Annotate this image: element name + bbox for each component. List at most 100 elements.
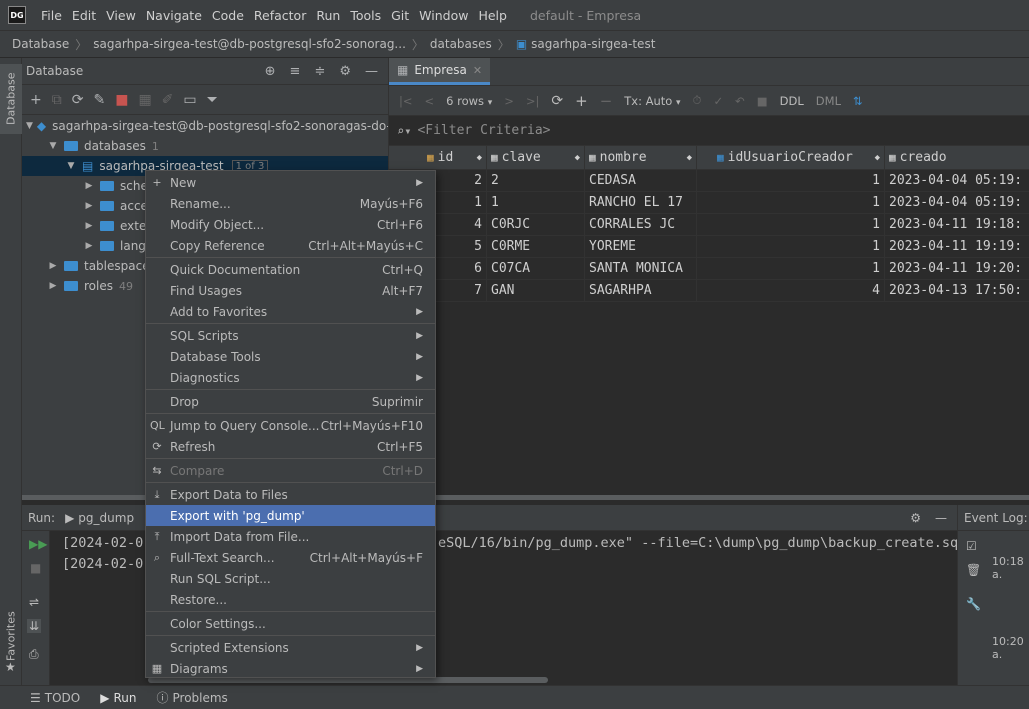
menu-git[interactable]: Git — [386, 8, 414, 23]
context-menu-item[interactable]: Database Tools ▶ — [146, 346, 435, 367]
tx-mode-select[interactable]: Tx: Auto ▾ — [624, 94, 680, 108]
edit-icon[interactable]: ✐ — [162, 92, 174, 108]
menu-window[interactable]: Window — [414, 8, 473, 23]
breadcrumb-item[interactable]: Database — [12, 37, 69, 51]
context-menu-item[interactable]: ⟳ Refresh Ctrl+F5 — [146, 436, 435, 457]
minimize-icon[interactable]: — — [365, 64, 378, 79]
table-cell[interactable]: 1 — [697, 192, 885, 213]
context-menu-item[interactable]: Color Settings... — [146, 613, 435, 634]
context-menu-item[interactable]: + New ▶ — [146, 172, 435, 193]
table-cell[interactable]: 1 — [697, 214, 885, 235]
table-row[interactable]: 7 GAN SAGARHPA 4 2023-04-13 17:50: — [389, 280, 1029, 302]
table-row[interactable]: 1 1 RANCHO EL 17 1 2023-04-04 05:19: — [389, 192, 1029, 214]
add-icon[interactable]: + — [30, 92, 42, 108]
table-row[interactable]: 4 C0RJC CORRALES JC 1 2023-04-11 19:18: — [389, 214, 1029, 236]
rows-select[interactable]: 6 rows ▾ — [446, 94, 492, 108]
table-cell[interactable]: RANCHO EL 17 — [585, 192, 697, 213]
history-icon[interactable]: ⏱ — [693, 93, 702, 108]
table-cell[interactable]: 2023-04-04 05:19: — [885, 170, 1029, 191]
ddl-button[interactable]: DDL — [780, 94, 804, 108]
context-menu-item[interactable]: Drop Suprimir — [146, 391, 435, 412]
table-cell[interactable]: 1 — [487, 192, 585, 213]
dml-button[interactable]: DML — [816, 94, 841, 108]
context-menu-item[interactable]: ⤓ Export Data to Files — [146, 484, 435, 505]
table-cell[interactable]: 4 — [697, 280, 885, 301]
collapse-icon[interactable]: ≡ — [290, 64, 301, 79]
table-cell[interactable]: SANTA MONICA — [585, 258, 697, 279]
menu-refactor[interactable]: Refactor — [249, 8, 311, 23]
filter-icon[interactable]: ⏷ — [207, 92, 218, 108]
context-menu-item[interactable]: ▦ Diagrams ▶ — [146, 658, 435, 679]
context-menu-item[interactable]: Modify Object... Ctrl+F6 — [146, 214, 435, 235]
table-cell[interactable]: 1 — [697, 258, 885, 279]
table-cell[interactable]: 1 — [697, 170, 885, 191]
table-cell[interactable]: CEDASA — [585, 170, 697, 191]
column-header-clave[interactable]: ▦ clave ◆ — [487, 146, 585, 169]
expand-icon[interactable]: ≑ — [314, 64, 325, 79]
table-cell[interactable]: 2023-04-13 17:50: — [885, 280, 1029, 301]
context-menu-item[interactable]: Restore... — [146, 589, 435, 610]
close-icon[interactable]: ✕ — [473, 64, 482, 77]
stop-icon[interactable]: ■ — [757, 94, 768, 108]
context-menu-item[interactable]: Find Usages Alt+F7 — [146, 280, 435, 301]
scroll-to-end-icon[interactable]: ⇊ — [27, 619, 42, 633]
context-menu-item[interactable]: Export with 'pg_dump' — [146, 505, 435, 526]
column-header-id[interactable]: ▦ id ◆ — [389, 146, 487, 169]
context-menu-item[interactable]: Add to Favorites ▶ — [146, 301, 435, 322]
table-cell[interactable]: 2023-04-11 19:19: — [885, 236, 1029, 257]
context-menu-item[interactable]: Scripted Extensions ▶ — [146, 637, 435, 658]
column-header-nombre[interactable]: ▦ nombre ◆ — [585, 146, 697, 169]
last-page-icon[interactable]: >| — [526, 94, 540, 108]
next-page-icon[interactable]: > — [504, 94, 514, 108]
table-cell[interactable]: YOREME — [585, 236, 697, 257]
minimize-icon[interactable]: — — [935, 511, 947, 525]
rerun-icon[interactable]: ▶▶ — [29, 537, 47, 551]
table-cell[interactable]: GAN — [487, 280, 585, 301]
table-cell[interactable]: 2023-04-11 19:18: — [885, 214, 1029, 235]
target-icon[interactable]: ⊕ — [265, 64, 276, 79]
stop-icon[interactable]: ■ — [115, 92, 128, 108]
compare-icon[interactable]: ⇅ — [853, 94, 863, 108]
table-cell[interactable]: C0RME — [487, 236, 585, 257]
database-tool-tab[interactable]: Database — [0, 64, 22, 134]
trash-icon[interactable]: 🗑 — [966, 563, 981, 577]
gear-icon[interactable]: ⚙ — [339, 64, 351, 79]
tree-node-databases[interactable]: ▼ databases 1 — [22, 136, 388, 156]
mark-read-icon[interactable]: ☑ — [966, 539, 977, 553]
breadcrumb-item[interactable]: sagarhpa-sirgea-test — [531, 37, 655, 51]
todo-tab[interactable]: ☰ TODO — [30, 691, 80, 705]
table-view-icon[interactable]: ▦ — [138, 92, 151, 108]
menu-edit[interactable]: Edit — [67, 8, 101, 23]
breadcrumb-item[interactable]: sagarhpa-sirgea-test@db-postgresql-sfo2-… — [93, 37, 406, 51]
menu-navigate[interactable]: Navigate — [141, 8, 207, 23]
table-cell[interactable]: C0RJC — [487, 214, 585, 235]
tree-node-datasource[interactable]: ▼ ◆ sagarhpa-sirgea-test@db-postgresql-sf… — [22, 116, 388, 136]
table-cell[interactable]: C07CA — [487, 258, 585, 279]
refresh-icon[interactable]: ⟳ — [72, 92, 84, 108]
properties-icon[interactable]: ✎ — [93, 92, 105, 108]
remove-row-icon[interactable]: − — [600, 92, 613, 110]
run-tab-pg-dump[interactable]: ▶ pg_dump — [65, 511, 134, 525]
stop-icon[interactable]: ■ — [30, 561, 41, 575]
refresh-icon[interactable]: ⟳ — [551, 93, 563, 109]
favorites-tool-tab[interactable]: Favorites — [0, 606, 22, 666]
table-cell[interactable]: 2023-04-04 05:19: — [885, 192, 1029, 213]
copy-icon[interactable]: ⧉ — [52, 92, 62, 108]
menu-file[interactable]: File — [36, 8, 67, 23]
filter-bar[interactable]: ⌕▾ <Filter Criteria> — [389, 116, 1029, 146]
table-cell[interactable]: SAGARHPA — [585, 280, 697, 301]
wrench-icon[interactable]: 🔧 — [966, 597, 981, 611]
print-icon[interactable]: ⎙ — [29, 647, 39, 662]
menu-help[interactable]: Help — [473, 8, 512, 23]
table-cell[interactable]: 1 — [697, 236, 885, 257]
table-row[interactable]: 2 2 CEDASA 1 2023-04-04 05:19: — [389, 170, 1029, 192]
console-icon[interactable]: ▭ — [183, 92, 196, 108]
gear-icon[interactable]: ⚙ — [910, 511, 921, 525]
context-menu-item[interactable]: Rename... Mayús+F6 — [146, 193, 435, 214]
menu-tools[interactable]: Tools — [345, 8, 386, 23]
menu-code[interactable]: Code — [207, 8, 249, 23]
problems-tab[interactable]: ⓘ Problems — [156, 689, 227, 706]
breadcrumb-item[interactable]: databases — [430, 37, 492, 51]
table-cell[interactable]: 2023-04-11 19:20: — [885, 258, 1029, 279]
context-menu-item[interactable]: Quick Documentation Ctrl+Q — [146, 259, 435, 280]
